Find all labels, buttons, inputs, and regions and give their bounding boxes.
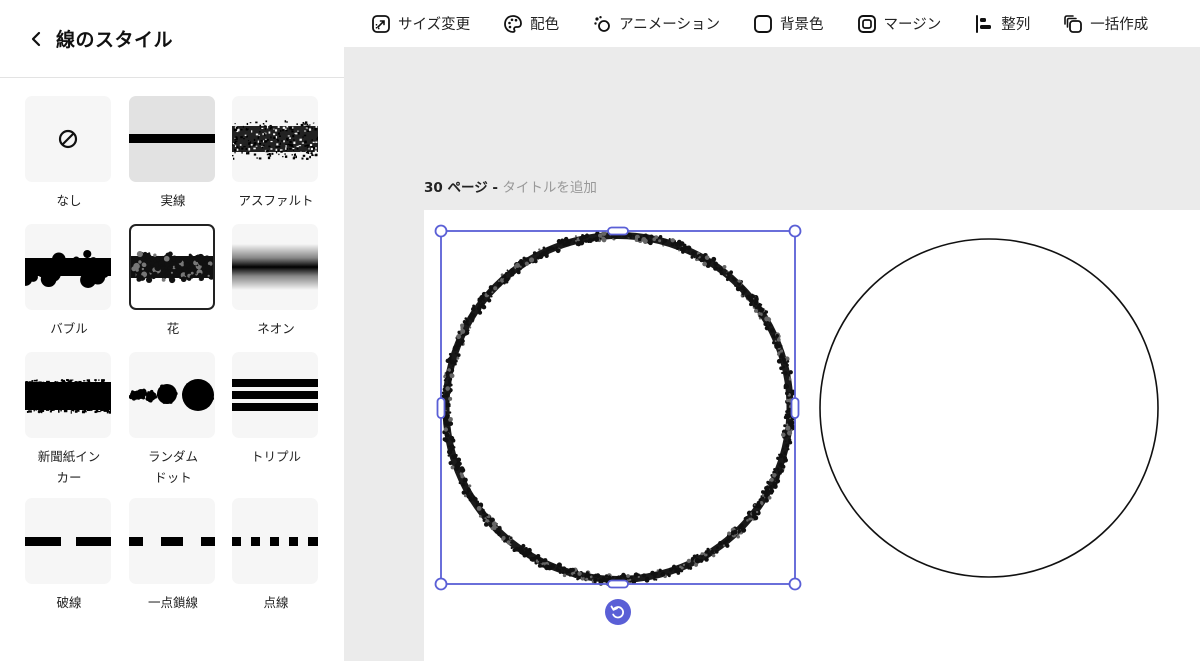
line-style-panel: 線のスタイル なし 実線 アスファルト バブル 花 ネオン 新聞紙イン カー ラ… <box>0 0 344 661</box>
style-thumb <box>232 498 318 584</box>
style-thumb <box>232 96 318 182</box>
resize-handle-bottom-left[interactable] <box>434 577 448 591</box>
color-scheme-label: 配色 <box>530 17 560 33</box>
style-thumb <box>25 498 111 584</box>
style-thumb <box>25 224 111 310</box>
bulk-create-button[interactable]: 一括作成 <box>1063 13 1148 34</box>
resize-icon <box>372 14 390 33</box>
chevron-left-icon <box>31 31 41 46</box>
random-dot-line-swatch <box>129 379 215 411</box>
style-label: アスファルト <box>238 193 314 208</box>
page-number: 30 ページ - <box>424 180 499 196</box>
color-scheme-button[interactable]: 配色 <box>503 13 559 34</box>
resize-label: サイズ変更 <box>398 17 471 33</box>
margin-label: マージン <box>883 17 942 33</box>
neon-line-swatch <box>232 244 318 290</box>
style-thumb <box>232 352 318 438</box>
animation-icon <box>594 15 610 32</box>
panel-title: 線のスタイル <box>56 29 174 51</box>
style-label-line1: ランダム <box>147 449 198 464</box>
style-label: 点線 <box>263 595 289 610</box>
resize-handle-bottom[interactable] <box>607 579 629 589</box>
style-label-line2: ドット <box>154 470 192 485</box>
style-tile-asphalt[interactable]: アスファルト <box>232 96 320 211</box>
resize-handle-bottom-right[interactable] <box>788 577 802 591</box>
align-label: 整列 <box>1001 17 1031 33</box>
page-label: 30 ページ - タイトルを追加 <box>424 176 597 196</box>
asphalt-line-swatch <box>232 120 318 160</box>
style-label-line2: カー <box>56 470 82 485</box>
style-thumb <box>25 352 111 438</box>
triple-line-swatch <box>232 379 318 411</box>
style-tile-dash-dot[interactable]: 一点鎖線 <box>129 498 217 613</box>
style-tile-newsprint[interactable]: 新聞紙イン カー <box>25 352 113 488</box>
resize-button[interactable]: サイズ変更 <box>371 13 470 34</box>
panel-header: 線のスタイル <box>0 0 344 78</box>
palette-icon <box>504 14 522 33</box>
style-label: なし <box>56 193 82 208</box>
margin-button[interactable]: マージン <box>857 13 942 34</box>
rotate-button[interactable] <box>605 599 631 625</box>
editor-toolbar: サイズ変更 配色 アニメーション 背景色 マージン 整列 一括作成 <box>344 0 1200 47</box>
background-color-button[interactable]: 背景色 <box>753 13 824 34</box>
style-tile-none[interactable]: なし <box>25 96 113 211</box>
resize-handle-top-right[interactable] <box>788 224 802 238</box>
page-title-input[interactable]: タイトルを追加 <box>502 180 597 196</box>
margin-icon <box>857 14 876 33</box>
style-thumb <box>129 352 215 438</box>
flower-line-swatch <box>131 250 213 284</box>
back-button[interactable] <box>26 29 46 49</box>
align-icon <box>976 14 992 33</box>
animation-label: アニメーション <box>619 17 720 33</box>
bulk-create-label: 一括作成 <box>1090 17 1149 33</box>
bubble-line-swatch <box>25 249 111 288</box>
resize-handle-top[interactable] <box>607 226 629 236</box>
dashed-line-swatch <box>25 537 111 546</box>
resize-handle-right[interactable] <box>790 397 800 419</box>
style-tile-solid[interactable]: 実線 <box>129 96 217 211</box>
style-label: 破線 <box>56 595 82 610</box>
style-tile-neon[interactable]: ネオン <box>232 224 320 339</box>
style-thumb <box>25 96 111 182</box>
style-thumb <box>129 498 215 584</box>
animation-button[interactable]: アニメーション <box>592 13 720 34</box>
style-thumb <box>232 224 318 310</box>
style-tile-random-dot[interactable]: ランダム ドット <box>129 352 217 488</box>
background-color-label: 背景色 <box>780 17 824 33</box>
dotted-line-swatch <box>232 537 318 546</box>
align-button[interactable]: 整列 <box>974 13 1030 34</box>
bulk-create-icon <box>1064 14 1083 33</box>
background-color-icon <box>754 14 772 33</box>
newsprint-line-swatch <box>25 379 111 414</box>
style-tile-flower[interactable]: 花 <box>129 224 217 339</box>
style-label: ランダム ドット <box>129 446 217 488</box>
style-label: 実線 <box>160 193 186 208</box>
design-page[interactable] <box>424 210 1200 661</box>
style-thumb <box>129 96 215 182</box>
no-symbol-icon <box>58 129 78 149</box>
style-tile-triple[interactable]: トリプル <box>232 352 320 467</box>
style-tile-dotted[interactable]: 点線 <box>232 498 320 613</box>
style-label: ネオン <box>257 321 295 336</box>
resize-handle-left[interactable] <box>436 397 446 419</box>
style-tile-bubble[interactable]: バブル <box>25 224 113 339</box>
style-label: トリプル <box>250 449 301 464</box>
dash-dot-line-swatch <box>129 537 215 546</box>
style-label: 花 <box>166 321 180 336</box>
style-label: 一点鎖線 <box>147 595 198 610</box>
style-label: 新聞紙イン カー <box>25 446 113 488</box>
style-label: バブル <box>50 321 88 336</box>
style-thumb-selected <box>129 224 215 310</box>
solid-line-swatch <box>129 134 215 143</box>
style-label-line1: 新聞紙イン <box>37 449 101 464</box>
style-tile-dashed[interactable]: 破線 <box>25 498 113 613</box>
resize-handle-top-left[interactable] <box>434 224 448 238</box>
